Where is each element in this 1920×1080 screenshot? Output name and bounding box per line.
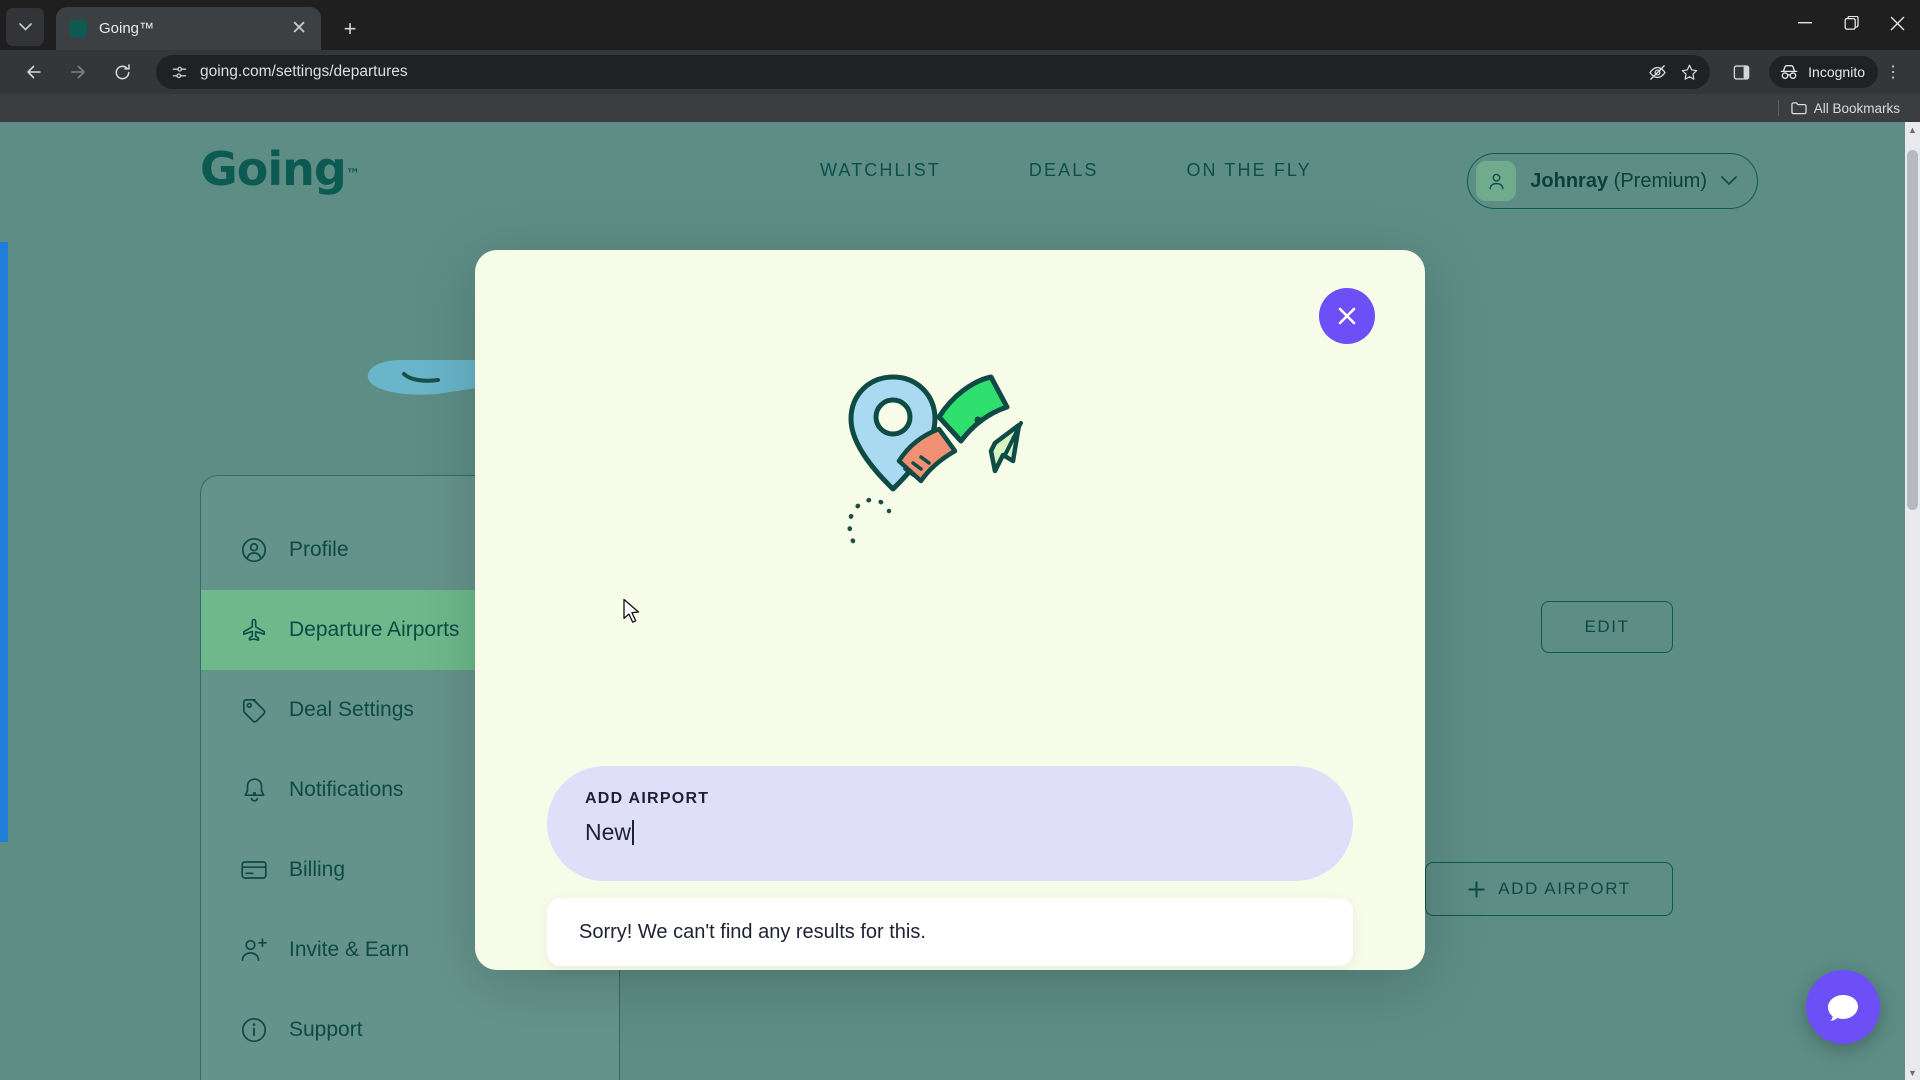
folder-icon xyxy=(1791,102,1807,115)
forward-button[interactable] xyxy=(61,55,95,89)
side-panel-button[interactable] xyxy=(1724,55,1758,89)
omnibox-actions xyxy=(1642,57,1704,87)
eye-off-icon[interactable] xyxy=(1642,57,1672,87)
new-tab-button[interactable]: + xyxy=(335,14,365,44)
tracking-protection-icon xyxy=(1648,64,1666,80)
tab-search-button[interactable] xyxy=(6,8,44,46)
minimize-icon xyxy=(1798,22,1812,24)
back-button[interactable] xyxy=(17,55,51,89)
tab-title: Going™ xyxy=(99,20,155,37)
address-bar[interactable]: going.com/settings/departures xyxy=(156,55,1711,89)
all-bookmarks-label: All Bookmarks xyxy=(1813,100,1900,116)
close-tab-icon[interactable]: ✕ xyxy=(287,17,311,40)
support-chat-button[interactable] xyxy=(1806,970,1880,1044)
arrow-left-icon xyxy=(27,65,41,79)
maximize-button[interactable] xyxy=(1828,0,1874,46)
search-input-text: New xyxy=(585,819,632,845)
search-field-label: ADD AIRPORT xyxy=(585,790,710,807)
arrow-right-icon xyxy=(71,65,85,79)
bookmarks-bar: All Bookmarks xyxy=(0,94,1920,122)
minimize-button[interactable] xyxy=(1782,0,1828,46)
incognito-indicator[interactable]: Incognito xyxy=(1769,56,1878,88)
url-text: going.com/settings/departures xyxy=(200,63,408,80)
page-settings-icon[interactable] xyxy=(166,59,192,85)
page-content: Going™ WATCHLIST DEALS ON THE FLY Johnra… xyxy=(0,122,1920,1080)
empty-results-message: Sorry! We can't find any results for thi… xyxy=(547,898,1353,966)
message-bubble-icon xyxy=(1828,995,1858,1021)
chevron-down-icon xyxy=(18,23,32,31)
side-panel-icon xyxy=(1733,64,1749,80)
reload-icon xyxy=(115,63,130,79)
going-favicon xyxy=(70,20,87,37)
incognito-label: Incognito xyxy=(1808,64,1865,80)
empty-results-text: Sorry! We can't find any results for thi… xyxy=(579,920,926,943)
all-bookmarks-button[interactable]: All Bookmarks xyxy=(1787,101,1904,116)
location-pin-and-paper-plane-illustration xyxy=(847,374,1023,544)
close-icon xyxy=(1338,307,1356,325)
browser-tab[interactable]: Going™ ✕ xyxy=(56,7,321,50)
close-window-button[interactable] xyxy=(1874,0,1920,46)
site-info-icon xyxy=(172,66,186,78)
reload-button[interactable] xyxy=(105,55,139,89)
window-controls xyxy=(1782,0,1920,46)
scrollbar-thumb[interactable] xyxy=(1907,150,1918,510)
incognito-icon xyxy=(1780,65,1798,79)
tab-strip: Going™ ✕ + xyxy=(0,0,1920,50)
bookmark-star-icon[interactable] xyxy=(1674,57,1704,87)
page-scrollbar[interactable]: ▲ ▼ xyxy=(1905,122,1920,1080)
text-cursor xyxy=(632,820,634,845)
airport-search-field[interactable]: ADD AIRPORT New xyxy=(547,766,1353,881)
search-input-value[interactable]: New xyxy=(585,819,1353,846)
close-modal-button[interactable] xyxy=(1319,288,1375,344)
divider xyxy=(1777,100,1779,116)
star-icon xyxy=(1681,64,1697,80)
chrome-menu-button[interactable]: ⋮ xyxy=(1878,55,1908,89)
browser-toolbar: going.com/settings/departures Incognito … xyxy=(0,50,1920,94)
add-airport-modal: ADD AIRPORT New Sorry! We can't find any… xyxy=(475,250,1425,970)
scroll-up-arrow[interactable]: ▲ xyxy=(1905,122,1920,137)
scroll-down-arrow[interactable]: ▼ xyxy=(1905,1065,1920,1080)
close-icon xyxy=(1890,16,1904,30)
maximize-icon xyxy=(1844,15,1859,30)
